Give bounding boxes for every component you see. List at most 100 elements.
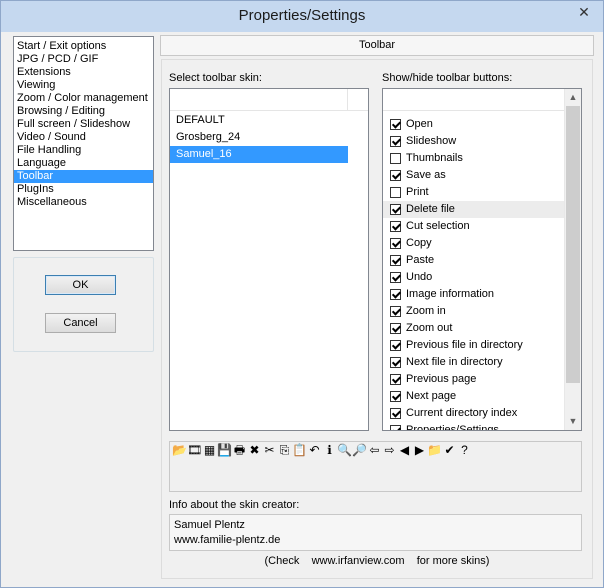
zoom-in-icon: 🔍	[337, 443, 352, 457]
toolbar-button-row[interactable]: Open	[383, 116, 565, 133]
category-item-full-screen-slideshow[interactable]: Full screen / Slideshow	[14, 118, 153, 131]
checkbox[interactable]	[390, 221, 401, 232]
close-icon[interactable]: ✕	[571, 2, 597, 22]
scroll-up-icon[interactable]: ▲	[565, 89, 581, 106]
checkbox[interactable]	[390, 357, 401, 368]
buttons-list-scrollbar[interactable]: ▲ ▼	[564, 89, 581, 430]
toolbar-button-label: Current directory index	[406, 407, 518, 419]
toolbar-button-row[interactable]: Thumbnails	[383, 150, 565, 167]
toolbar-preview-icons: 📂 🎞 ▦ 💾 🖶 ✖ ✂ ⎘ 📋 ↶ ℹ 🔍 🔎 ⇦ ⇨ ◀ ▶ 📁 ✔?	[172, 442, 472, 459]
checkbox[interactable]	[390, 119, 401, 130]
toolbar-button-label: Open	[406, 118, 433, 130]
toolbar-button-label: Slideshow	[406, 135, 457, 147]
toolbar-button-row[interactable]: Image information	[383, 286, 565, 303]
checkbox[interactable]	[390, 187, 401, 198]
checkbox[interactable]	[390, 323, 401, 334]
toolbar-button-row[interactable]: Save as	[383, 167, 565, 184]
toolbar-button-row[interactable]: Copy	[383, 235, 565, 252]
toolbar-button-row[interactable]: Paste	[383, 252, 565, 269]
toolbar-button-label: Next page	[406, 390, 457, 402]
checkbox[interactable]	[390, 408, 401, 419]
panel-title: Toolbar	[160, 35, 594, 56]
skin-list-label: Select toolbar skin:	[169, 72, 262, 84]
copy-icon: ⎘	[279, 443, 290, 457]
scroll-down-icon[interactable]: ▼	[565, 413, 581, 430]
category-item-zoom-color-management[interactable]: Zoom / Color management	[14, 92, 153, 105]
toolbar-button-row[interactable]: Current directory index	[383, 405, 565, 422]
directory-index-icon: 📁	[427, 443, 442, 457]
checkbox[interactable]	[390, 170, 401, 181]
skin-item[interactable]: Grosberg_24	[170, 129, 348, 146]
slideshow-icon: 🎞	[187, 443, 203, 457]
toolbar-button-label: Zoom in	[406, 305, 446, 317]
toolbar-preview: 📂 🎞 ▦ 💾 🖶 ✖ ✂ ⎘ 📋 ↶ ℹ 🔍 🔎 ⇦ ⇨ ◀ ▶ 📁 ✔?	[169, 441, 582, 492]
toolbar-button-label: Properties/Settings	[406, 424, 499, 431]
next-file-icon: ⇨	[384, 443, 395, 457]
toolbar-button-row[interactable]: Delete file	[383, 201, 565, 218]
toolbar-button-label: Save as	[406, 169, 446, 181]
zoom-out-icon: 🔎	[352, 443, 367, 457]
checkbox[interactable]	[390, 374, 401, 385]
previous-page-icon: ◀	[399, 443, 410, 457]
buttons-list-header	[383, 89, 565, 111]
toolbar-button-row[interactable]: Slideshow	[383, 133, 565, 150]
toolbar-button-row[interactable]: Next file in directory	[383, 354, 565, 371]
category-item-jpg-pcd-gif[interactable]: JPG / PCD / GIF	[14, 53, 153, 66]
delete-icon: ✖	[249, 443, 260, 457]
checkbox[interactable]	[390, 306, 401, 317]
skin-list-header	[170, 89, 368, 111]
checkbox[interactable]	[390, 425, 401, 430]
checkbox[interactable]	[390, 255, 401, 266]
info-label: Info about the skin creator:	[169, 499, 300, 511]
checkbox[interactable]	[390, 136, 401, 147]
checkbox[interactable]	[390, 391, 401, 402]
checkbox[interactable]	[390, 340, 401, 351]
more-skins-note: (Check www.irfanview.com for more skins)	[264, 555, 490, 567]
save-icon: 💾	[217, 443, 232, 457]
settings-panel: Toolbar Select toolbar skin: Show/hide t…	[160, 32, 594, 582]
category-item-miscellaneous[interactable]: Miscellaneous	[14, 196, 153, 209]
toolbar-button-row[interactable]: Previous file in directory	[383, 337, 565, 354]
toolbar-button-label: Copy	[406, 237, 432, 249]
cancel-button[interactable]: Cancel	[45, 313, 116, 333]
toolbar-button-row[interactable]: Zoom out	[383, 320, 565, 337]
checkbox[interactable]	[390, 153, 401, 164]
skin-item[interactable]: Samuel_16	[170, 146, 348, 163]
toolbar-button-label: Paste	[406, 254, 435, 266]
category-item-file-handling[interactable]: File Handling	[14, 144, 153, 157]
scrollbar-thumb[interactable]	[566, 106, 580, 383]
category-item-plugins[interactable]: PlugIns	[14, 183, 153, 196]
toolbar-button-row[interactable]: Cut selection	[383, 218, 565, 235]
checkbox[interactable]	[390, 204, 401, 215]
toolbar-button-row[interactable]: Print	[383, 184, 565, 201]
toolbar-button-label: Next file in directory	[406, 356, 503, 368]
category-item-extensions[interactable]: Extensions	[14, 66, 153, 79]
category-item-language[interactable]: Language	[14, 157, 153, 170]
skin-list[interactable]: DEFAULT Grosberg_24 Samuel_16	[169, 88, 369, 431]
help-icon: ?	[461, 443, 468, 457]
toolbar-button-row[interactable]: Previous page	[383, 371, 565, 388]
properties-window: Properties/Settings ✕ Start / Exit optio…	[0, 0, 604, 588]
toolbar-button-label: Image information	[406, 288, 495, 300]
cut-icon: ✂	[264, 443, 275, 457]
toolbar-button-row[interactable]: Next page	[383, 388, 565, 405]
toolbar-buttons-list[interactable]: Open Slideshow Thumbnails Save as Print Delet…	[382, 88, 582, 431]
title-bar[interactable]: Properties/Settings ✕	[1, 1, 603, 32]
toolbar-button-row[interactable]: Properties/Settings	[383, 422, 565, 431]
checkbox[interactable]	[390, 289, 401, 300]
checkbox[interactable]	[390, 238, 401, 249]
paste-icon: 📋	[292, 443, 307, 457]
category-item-viewing[interactable]: Viewing	[14, 79, 153, 92]
checkbox[interactable]	[390, 272, 401, 283]
dialog-client: Start / Exit options JPG / PCD / GIF Exten…	[8, 32, 596, 582]
category-item-toolbar[interactable]: Toolbar	[14, 170, 153, 183]
toolbar-button-row[interactable]: Undo	[383, 269, 565, 286]
ok-button[interactable]: OK	[45, 275, 116, 295]
category-item-browsing-editing[interactable]: Browsing / Editing	[14, 105, 153, 118]
toolbar-button-row[interactable]: Zoom in	[383, 303, 565, 320]
category-list[interactable]: Start / Exit options JPG / PCD / GIF Exten…	[13, 36, 154, 251]
category-item-video-sound[interactable]: Video / Sound	[14, 131, 153, 144]
category-item-start-exit-options[interactable]: Start / Exit options	[14, 40, 153, 53]
toolbar-button-label: Zoom out	[406, 322, 453, 334]
skin-item[interactable]: DEFAULT	[170, 112, 348, 129]
